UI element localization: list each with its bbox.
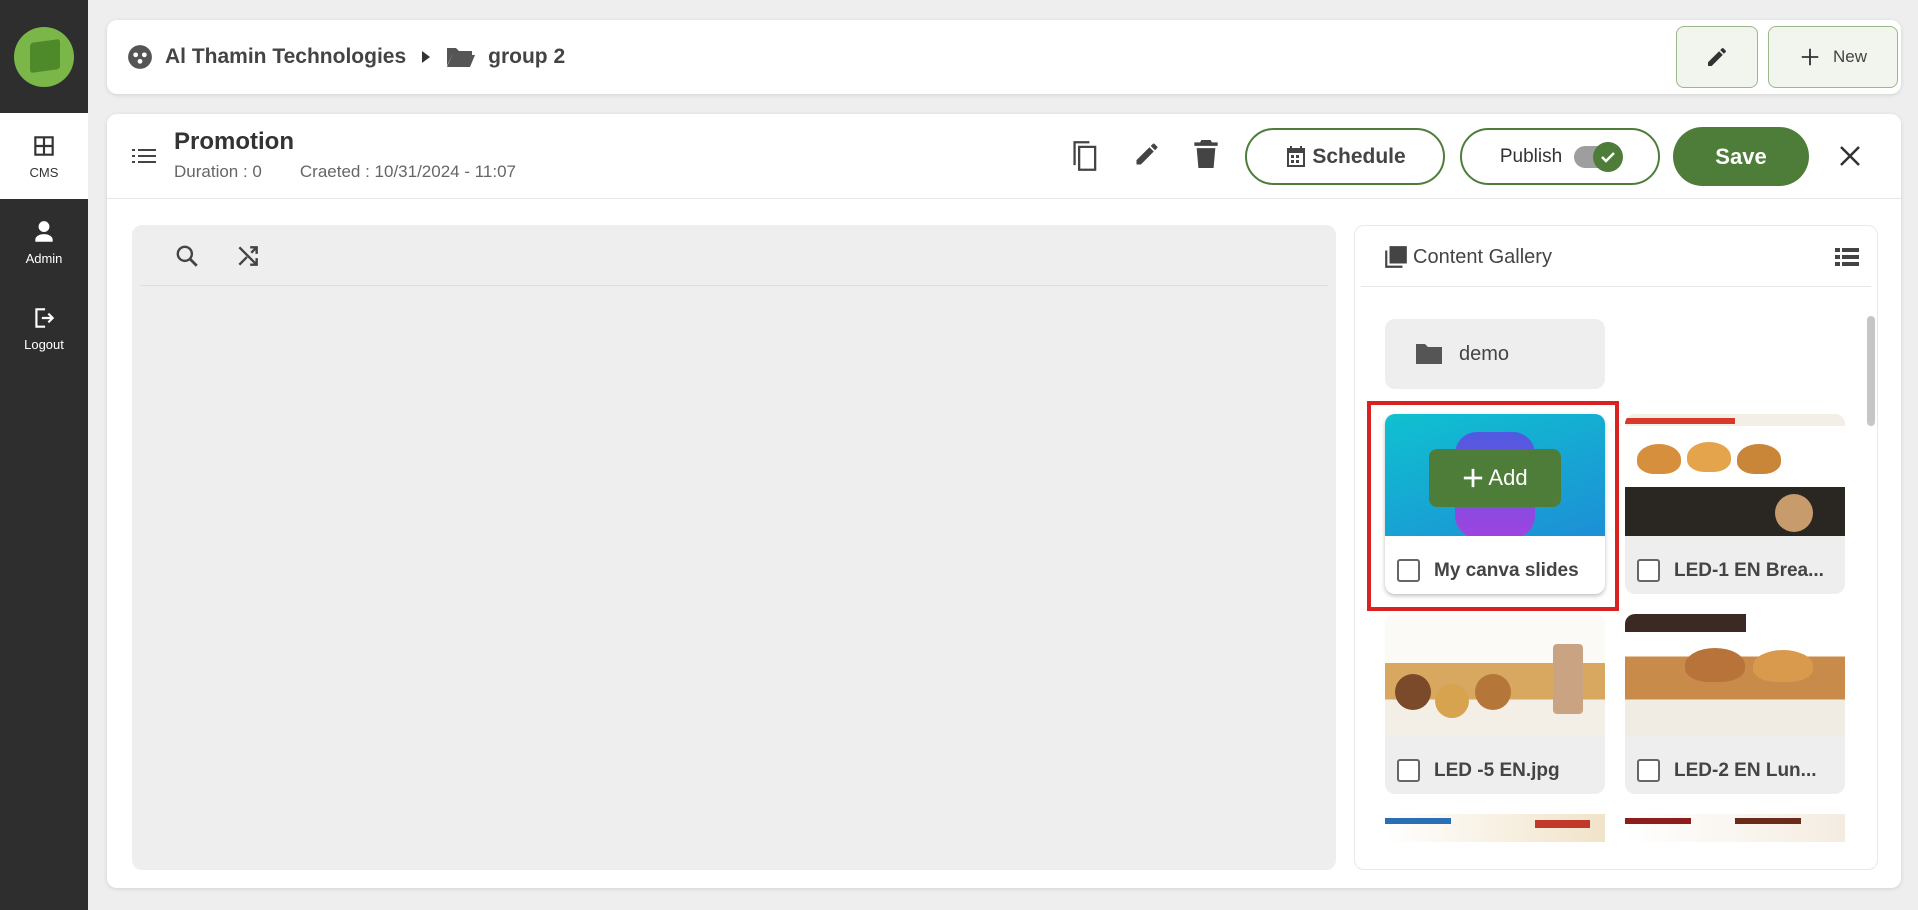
breadcrumb-org[interactable]: Al Thamin Technologies [165, 45, 406, 69]
sidebar-item-logout[interactable]: Logout [0, 285, 88, 371]
publish-switch[interactable] [1574, 141, 1624, 172]
timeline-editor [132, 225, 1336, 870]
gallery-item-led5[interactable]: LED -5 EN.jpg [1385, 614, 1605, 794]
gallery-scrollbar[interactable] [1867, 316, 1875, 426]
sidebar-item-label: CMS [29, 164, 59, 180]
person-icon [35, 220, 53, 242]
caret-right-icon [422, 51, 431, 63]
item-caption: LED-2 EN Lun... [1637, 759, 1817, 782]
folder-icon [1416, 344, 1442, 364]
playlist-panel: Promotion Duration : 0 Craeted : 10/31/20… [107, 114, 1901, 888]
gallery-item-partial[interactable] [1385, 814, 1605, 842]
list-icon[interactable] [132, 144, 158, 168]
item-caption: LED-1 EN Brea... [1637, 559, 1824, 582]
logo-area [0, 0, 88, 113]
check-icon [1593, 141, 1624, 172]
top-actions: New [1676, 26, 1898, 88]
sidebar-item-admin[interactable]: Admin [0, 199, 88, 285]
grid-icon [34, 135, 54, 156]
search-icon[interactable] [174, 243, 200, 269]
led5-thumbnail [1385, 614, 1605, 736]
sidebar-item-label: Logout [24, 336, 64, 352]
gallery-header: Content Gallery [1361, 226, 1871, 287]
org-icon [128, 45, 152, 69]
folder-demo[interactable]: demo [1385, 319, 1605, 389]
gallery-item-canva[interactable]: Add My canva slides [1385, 414, 1605, 594]
new-button[interactable]: New [1768, 26, 1898, 88]
sidebar-item-cms[interactable]: CMS [0, 113, 88, 199]
logout-icon [35, 307, 55, 328]
gallery-item-led2[interactable]: LED-2 EN Lun... [1625, 614, 1845, 794]
add-button[interactable]: Add [1429, 449, 1561, 507]
app-logo[interactable] [14, 26, 74, 87]
pencil-icon[interactable] [1133, 140, 1161, 168]
top-bar: Al Thamin Technologies group 2 New [107, 20, 1901, 94]
canva-thumbnail: Add [1385, 414, 1605, 536]
duration-text: Duration : 0 [174, 162, 262, 181]
item-caption: My canva slides [1397, 559, 1579, 582]
pencil-icon [1708, 48, 1726, 66]
plus-icon [1801, 48, 1819, 66]
trash-icon[interactable] [1194, 140, 1218, 168]
content-gallery: Content Gallery demo Add My canva slides [1354, 225, 1878, 870]
publish-label: Publish [1499, 145, 1563, 167]
item-checkbox[interactable] [1397, 759, 1420, 782]
list-view-icon[interactable] [1835, 246, 1859, 268]
shuffle-icon[interactable] [235, 243, 261, 269]
gallery-item-partial[interactable] [1625, 814, 1845, 842]
publish-toggle[interactable]: Publish [1460, 128, 1660, 185]
gallery-title: Content Gallery [1383, 244, 1552, 270]
editor-toolbar [140, 225, 1328, 286]
folder-open-icon [447, 48, 476, 67]
plus-icon [1464, 468, 1483, 488]
item-checkbox[interactable] [1637, 559, 1660, 582]
item-checkbox[interactable] [1397, 559, 1420, 582]
sidebar: CMS Admin Logout [0, 0, 88, 910]
breadcrumb-group[interactable]: group 2 [488, 45, 565, 69]
gallery-item-led1[interactable]: LED-1 EN Brea... [1625, 414, 1845, 594]
schedule-label: Schedule [1312, 144, 1406, 168]
close-icon[interactable] [1838, 144, 1862, 168]
new-button-label: New [1832, 47, 1867, 66]
save-button[interactable]: Save [1673, 127, 1809, 186]
led1-thumbnail [1625, 414, 1845, 536]
calendar-icon [1287, 145, 1306, 167]
schedule-button[interactable]: Schedule [1245, 128, 1445, 185]
playlist-meta: Duration : 0 Craeted : 10/31/2024 - 11:07 [174, 162, 516, 182]
item-checkbox[interactable] [1637, 759, 1660, 782]
edit-button[interactable] [1676, 26, 1758, 88]
playlist-header: Promotion Duration : 0 Craeted : 10/31/20… [107, 114, 1901, 199]
copy-icon[interactable] [1072, 140, 1100, 172]
photo-library-icon [1385, 246, 1407, 268]
created-text: Craeted : 10/31/2024 - 11:07 [299, 162, 517, 181]
sidebar-item-label: Admin [25, 250, 63, 266]
breadcrumb: Al Thamin Technologies group 2 [127, 44, 565, 70]
item-caption: LED -5 EN.jpg [1397, 759, 1560, 782]
led2-thumbnail [1625, 614, 1845, 736]
playlist-title: Promotion [174, 128, 294, 155]
